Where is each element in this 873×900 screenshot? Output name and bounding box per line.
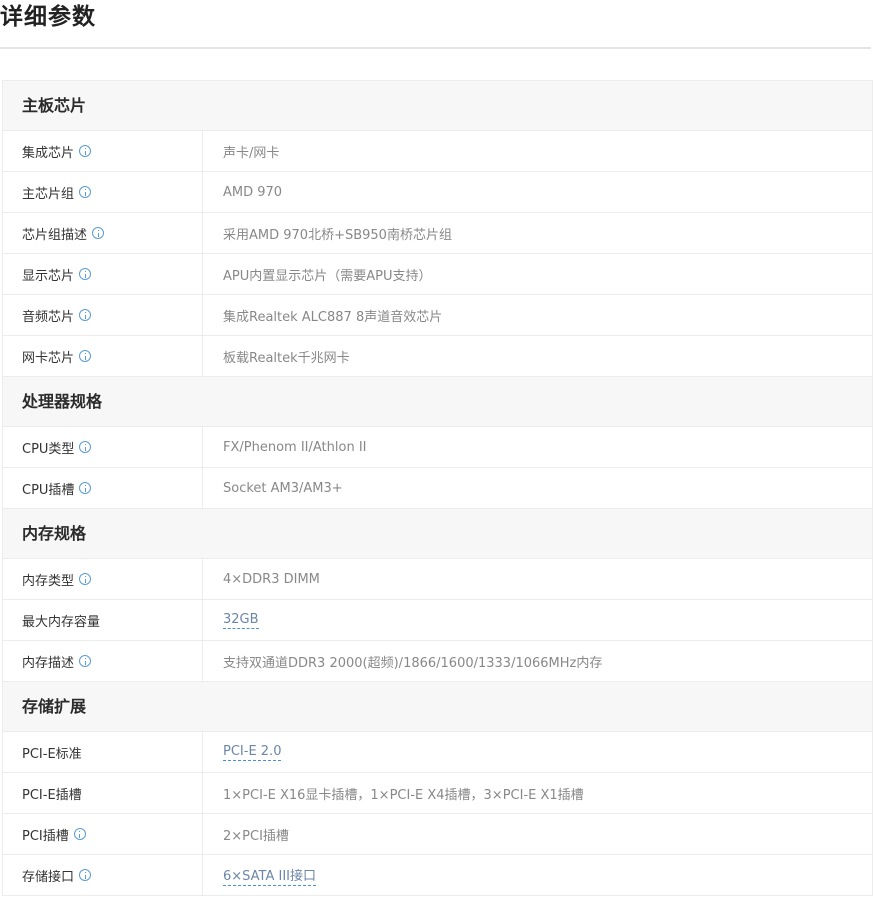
- spec-label-cell: PCI-E插槽: [3, 773, 203, 813]
- spec-value: 集成Realtek ALC887 8声道音效芯片: [223, 309, 443, 325]
- spec-label: PCI-E标准: [22, 746, 82, 762]
- spec-value-cell: 32GB: [203, 600, 872, 640]
- spec-label-cell: 音频芯片: [3, 295, 203, 335]
- spec-table: 主板芯片集成芯片 声卡/网卡主芯片组 AMD 970 芯片组描述 采用AMD 970北桥…: [2, 80, 873, 896]
- spec-label-cell: 内存描述: [3, 641, 203, 681]
- spec-label: CPU插槽: [22, 482, 75, 498]
- spec-value-cell: 4×DDR3 DIMM: [203, 559, 872, 599]
- info-icon[interactable]: [79, 186, 92, 198]
- spec-value-cell: 支持双通道DDR3 2000(超频)/1866/1600/1333/1066MH…: [203, 641, 872, 681]
- spec-value: 支持双通道DDR3 2000(超频)/1866/1600/1333/1066MH…: [223, 655, 603, 671]
- spec-value-cell: APU内置显示芯片（需要APU支持）: [203, 254, 872, 294]
- spec-label: 芯片组描述: [22, 227, 88, 243]
- spec-label-cell: 存储接口: [3, 855, 203, 895]
- spec-value: 1×PCI-E X16显卡插槽，1×PCI-E X4插槽，3×PCI-E X1插…: [223, 787, 584, 803]
- info-icon[interactable]: [79, 441, 92, 453]
- spec-label-cell: 内存类型: [3, 559, 203, 599]
- spec-value-cell: 2×PCI插槽: [203, 814, 872, 854]
- spec-value-cell: 6×SATA III接口: [203, 855, 872, 895]
- spec-label-cell: CPU插槽: [3, 468, 203, 508]
- spec-label: PCI-E插槽: [22, 787, 82, 803]
- info-icon[interactable]: [73, 828, 86, 840]
- spec-row: 主芯片组 AMD 970: [3, 172, 872, 213]
- title-divider: [0, 47, 871, 49]
- spec-label-cell: 显示芯片: [3, 254, 203, 294]
- spec-value: AMD 970: [223, 184, 283, 200]
- spec-row: PCI-E插槽 1×PCI-E X16显卡插槽，1×PCI-E X4插槽，3×PC…: [3, 773, 872, 814]
- spec-label-cell: PCI插槽: [3, 814, 203, 854]
- section-header: 处理器规格: [3, 377, 872, 427]
- spec-row: 内存类型 4×DDR3 DIMM: [3, 559, 872, 600]
- spec-row: 内存描述 支持双通道DDR3 2000(超频)/1866/1600/1333/10…: [3, 641, 872, 682]
- info-icon[interactable]: [79, 268, 92, 280]
- spec-row: PCI插槽 2×PCI插槽: [3, 814, 872, 855]
- spec-value: 采用AMD 970北桥+SB950南桥芯片组: [223, 227, 452, 243]
- spec-label: CPU类型: [22, 441, 75, 457]
- spec-value-cell: 板载Realtek千兆网卡: [203, 336, 872, 376]
- spec-row: 集成芯片 声卡/网卡: [3, 131, 872, 172]
- spec-row: 存储接口 6×SATA III接口: [3, 855, 872, 896]
- spec-label-cell: 最大内存容量: [3, 600, 203, 640]
- spec-label-cell: PCI-E标准: [3, 732, 203, 772]
- spec-label-cell: 芯片组描述: [3, 213, 203, 253]
- spec-value: Socket AM3/AM3+: [223, 480, 343, 496]
- spec-value-cell: AMD 970: [203, 172, 872, 212]
- info-icon[interactable]: [79, 869, 92, 881]
- info-icon[interactable]: [79, 655, 92, 667]
- spec-value-cell: PCI-E 2.0: [203, 732, 872, 772]
- page-title: 详细参数: [0, 4, 96, 30]
- spec-value-cell: 1×PCI-E X16显卡插槽，1×PCI-E X4插槽，3×PCI-E X1插…: [203, 773, 872, 813]
- spec-label: 集成芯片: [22, 145, 75, 161]
- spec-value-link[interactable]: 6×SATA III接口: [223, 865, 316, 886]
- spec-value: APU内置显示芯片（需要APU支持）: [223, 268, 432, 284]
- spec-label-cell: CPU类型: [3, 427, 203, 467]
- spec-row: 显示芯片 APU内置显示芯片（需要APU支持）: [3, 254, 872, 295]
- spec-value: 4×DDR3 DIMM: [223, 571, 320, 587]
- section-header: 内存规格: [3, 509, 872, 559]
- spec-value: 声卡/网卡: [223, 145, 280, 161]
- info-icon[interactable]: [79, 309, 92, 321]
- spec-row: 最大内存容量 32GB: [3, 600, 872, 641]
- spec-label-cell: 网卡芯片: [3, 336, 203, 376]
- spec-row: 音频芯片 集成Realtek ALC887 8声道音效芯片: [3, 295, 872, 336]
- spec-value-cell: 集成Realtek ALC887 8声道音效芯片: [203, 295, 872, 335]
- spec-value-cell: Socket AM3/AM3+: [203, 468, 872, 508]
- spec-label: 主芯片组: [22, 186, 75, 202]
- info-icon[interactable]: [79, 350, 92, 362]
- spec-label: 显示芯片: [22, 268, 75, 284]
- spec-row: 网卡芯片 板载Realtek千兆网卡: [3, 336, 872, 377]
- spec-value: FX/Phenom II/Athlon II: [223, 439, 367, 455]
- spec-value-cell: 声卡/网卡: [203, 131, 872, 171]
- spec-value: 2×PCI插槽: [223, 828, 289, 844]
- spec-value: 板载Realtek千兆网卡: [223, 350, 350, 366]
- info-icon[interactable]: [79, 482, 92, 494]
- spec-label: 存储接口: [22, 869, 75, 885]
- info-icon[interactable]: [79, 145, 92, 157]
- spec-label-cell: 主芯片组: [3, 172, 203, 212]
- spec-label: 内存类型: [22, 573, 75, 589]
- spec-label: 网卡芯片: [22, 350, 75, 366]
- info-icon[interactable]: [79, 573, 92, 585]
- spec-value-cell: 采用AMD 970北桥+SB950南桥芯片组: [203, 213, 872, 253]
- spec-row: PCI-E标准 PCI-E 2.0: [3, 732, 872, 773]
- spec-row: CPU插槽 Socket AM3/AM3+: [3, 468, 872, 509]
- section-header: 存储扩展: [3, 682, 872, 732]
- section-header: 主板芯片: [3, 81, 872, 131]
- spec-label: 内存描述: [22, 655, 75, 671]
- spec-value-link[interactable]: PCI-E 2.0: [223, 744, 282, 761]
- spec-label: PCI插槽: [22, 828, 69, 844]
- spec-row: CPU类型 FX/Phenom II/Athlon II: [3, 427, 872, 468]
- info-icon[interactable]: [92, 227, 105, 239]
- spec-label-cell: 集成芯片: [3, 131, 203, 171]
- spec-value-cell: FX/Phenom II/Athlon II: [203, 427, 872, 467]
- spec-value-link[interactable]: 32GB: [223, 612, 259, 629]
- spec-label: 最大内存容量: [22, 614, 101, 630]
- spec-row: 芯片组描述 采用AMD 970北桥+SB950南桥芯片组: [3, 213, 872, 254]
- spec-label: 音频芯片: [22, 309, 75, 325]
